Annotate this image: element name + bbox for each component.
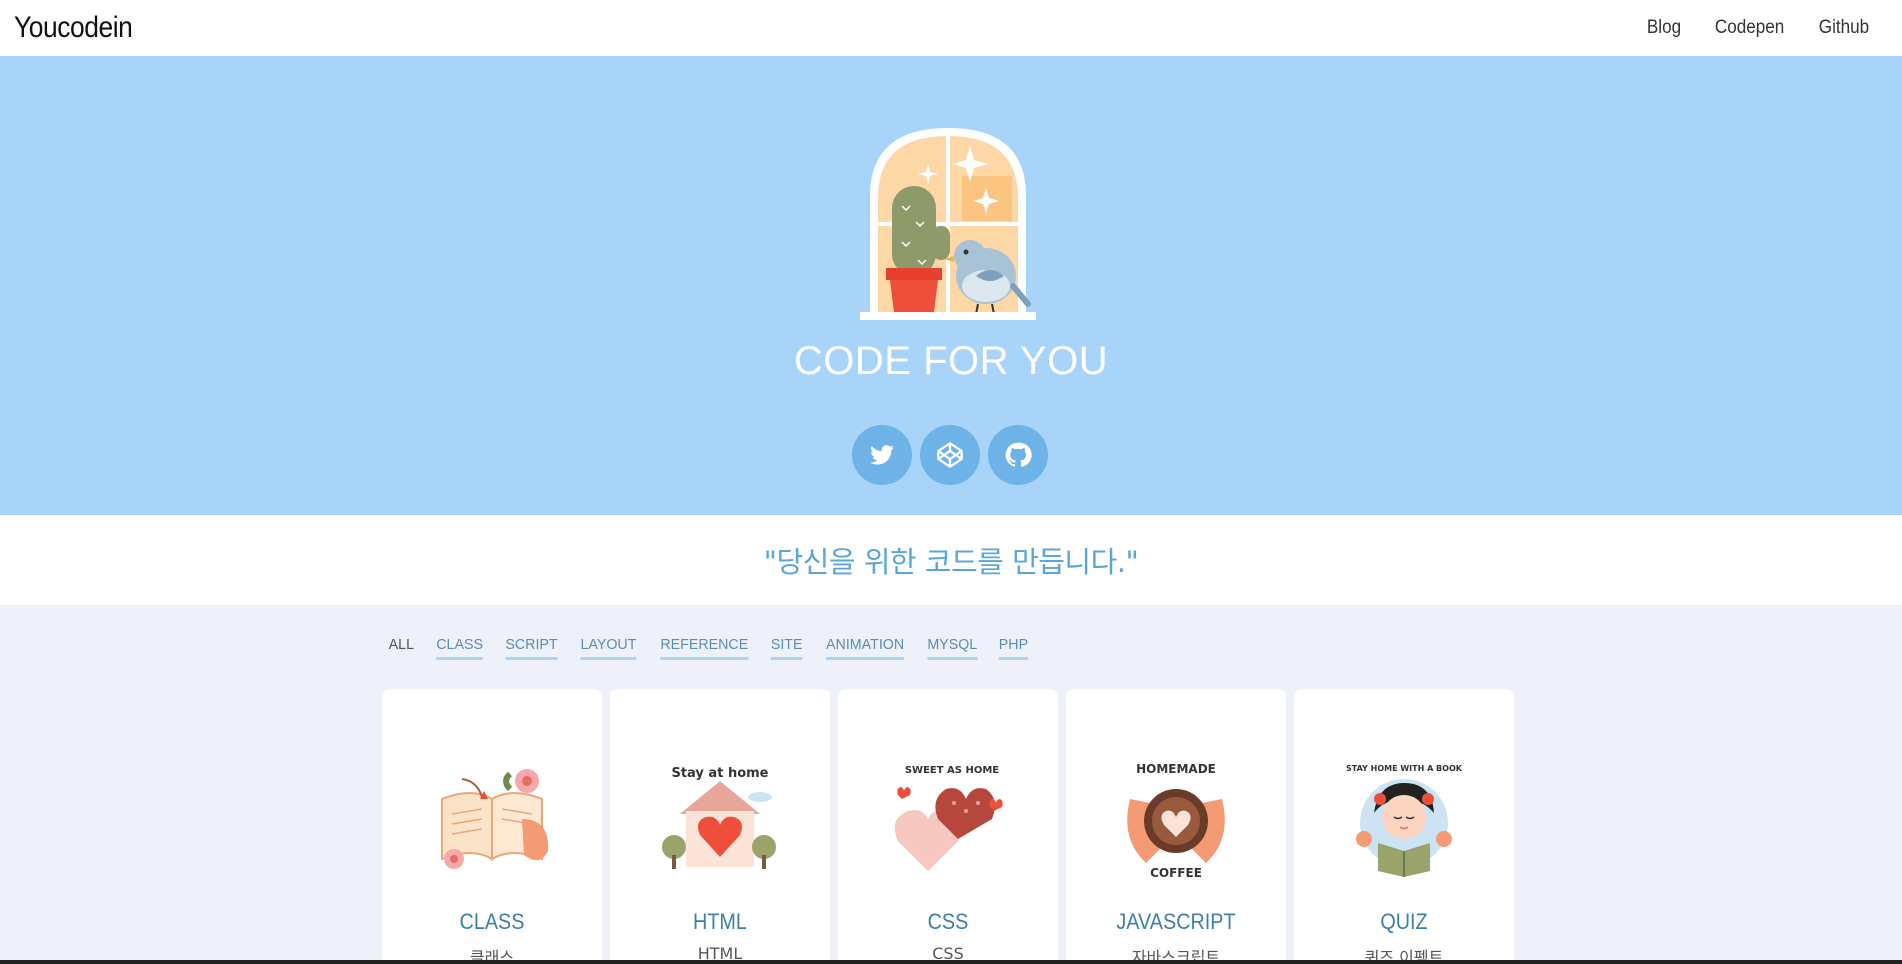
window-cactus-bird-illustration bbox=[860, 128, 1036, 320]
hero-title: CODE FOR YOU bbox=[793, 339, 1109, 383]
codepen-button[interactable] bbox=[920, 425, 980, 485]
badge-text: SWEET AS HOME bbox=[905, 765, 999, 776]
stay-at-home-house-icon: Stay at home bbox=[662, 766, 776, 869]
card-quiz[interactable]: STAY HOME WITH A BOOK QUIZ 퀴즈 이펙트 bbox=[1294, 689, 1514, 964]
hero-section: CODE FOR YOU bbox=[0, 56, 1902, 515]
card-javascript[interactable]: HOMEMADE COFFEE JAVASCRIPT 자바스크립트 bbox=[1066, 689, 1286, 964]
tagline-section: "당신을 위한 코드를 만듭니다." bbox=[0, 515, 1902, 605]
twitter-icon bbox=[870, 445, 894, 465]
site-logo[interactable]: Youcodein bbox=[14, 11, 133, 45]
card-title: JAVASCRIPT bbox=[1116, 909, 1236, 934]
card-title: CSS bbox=[927, 909, 969, 934]
badge-text: Stay at home bbox=[671, 766, 768, 781]
category-cards: CLASS 클래스 Stay at home HTML HTML SWEET A… bbox=[382, 689, 1514, 964]
card-class[interactable]: CLASS 클래스 bbox=[382, 689, 602, 964]
category-filters: ALL CLASS SCRIPT LAYOUT REFERENCE SITE A… bbox=[388, 636, 1049, 660]
card-html[interactable]: Stay at home HTML HTML bbox=[610, 689, 830, 964]
top-navbar: Youcodein Blog Codepen Github bbox=[0, 0, 1902, 56]
card-title: CLASS bbox=[459, 909, 525, 934]
filter-all[interactable]: ALL bbox=[389, 636, 414, 660]
badge-text: COFFEE bbox=[1150, 866, 1202, 879]
codepen-icon bbox=[937, 442, 963, 468]
nav-link-blog[interactable]: Blog bbox=[1647, 17, 1681, 39]
github-button[interactable] bbox=[988, 425, 1048, 485]
filter-animation[interactable]: ANIMATION bbox=[825, 636, 904, 660]
nav-link-codepen[interactable]: Codepen bbox=[1715, 17, 1784, 39]
filter-php[interactable]: PHP bbox=[999, 636, 1029, 660]
badge-text: STAY HOME WITH A BOOK bbox=[1346, 764, 1463, 773]
bottom-border bbox=[0, 960, 1902, 964]
nav-links: Blog Codepen Github bbox=[1617, 17, 1872, 39]
filter-class[interactable]: CLASS bbox=[435, 636, 483, 660]
filter-mysql[interactable]: MYSQL bbox=[927, 636, 978, 660]
tagline-quote: "당신을 위한 코드를 만듭니다." bbox=[763, 545, 1139, 579]
card-css[interactable]: SWEET AS HOME CSS CSS bbox=[838, 689, 1058, 964]
book-with-flowers-icon bbox=[441, 769, 549, 869]
card-title: QUIZ bbox=[1380, 909, 1428, 934]
homemade-coffee-icon: HOMEMADE COFFEE bbox=[1127, 762, 1225, 879]
filter-script[interactable]: SCRIPT bbox=[505, 636, 558, 660]
social-links bbox=[852, 425, 1048, 485]
card-title: HTML bbox=[693, 909, 747, 934]
badge-text: HOMEMADE bbox=[1136, 762, 1216, 776]
github-icon bbox=[1005, 442, 1032, 467]
nav-link-github[interactable]: Github bbox=[1819, 17, 1869, 39]
sweet-as-home-heart-icon: SWEET AS HOME bbox=[894, 765, 1003, 871]
reading-girl-icon: STAY HOME WITH A BOOK bbox=[1346, 764, 1463, 877]
filter-layout[interactable]: LAYOUT bbox=[580, 636, 637, 660]
filter-reference[interactable]: REFERENCE bbox=[660, 636, 749, 660]
filter-site[interactable]: SITE bbox=[771, 636, 803, 660]
twitter-button[interactable] bbox=[852, 425, 912, 485]
